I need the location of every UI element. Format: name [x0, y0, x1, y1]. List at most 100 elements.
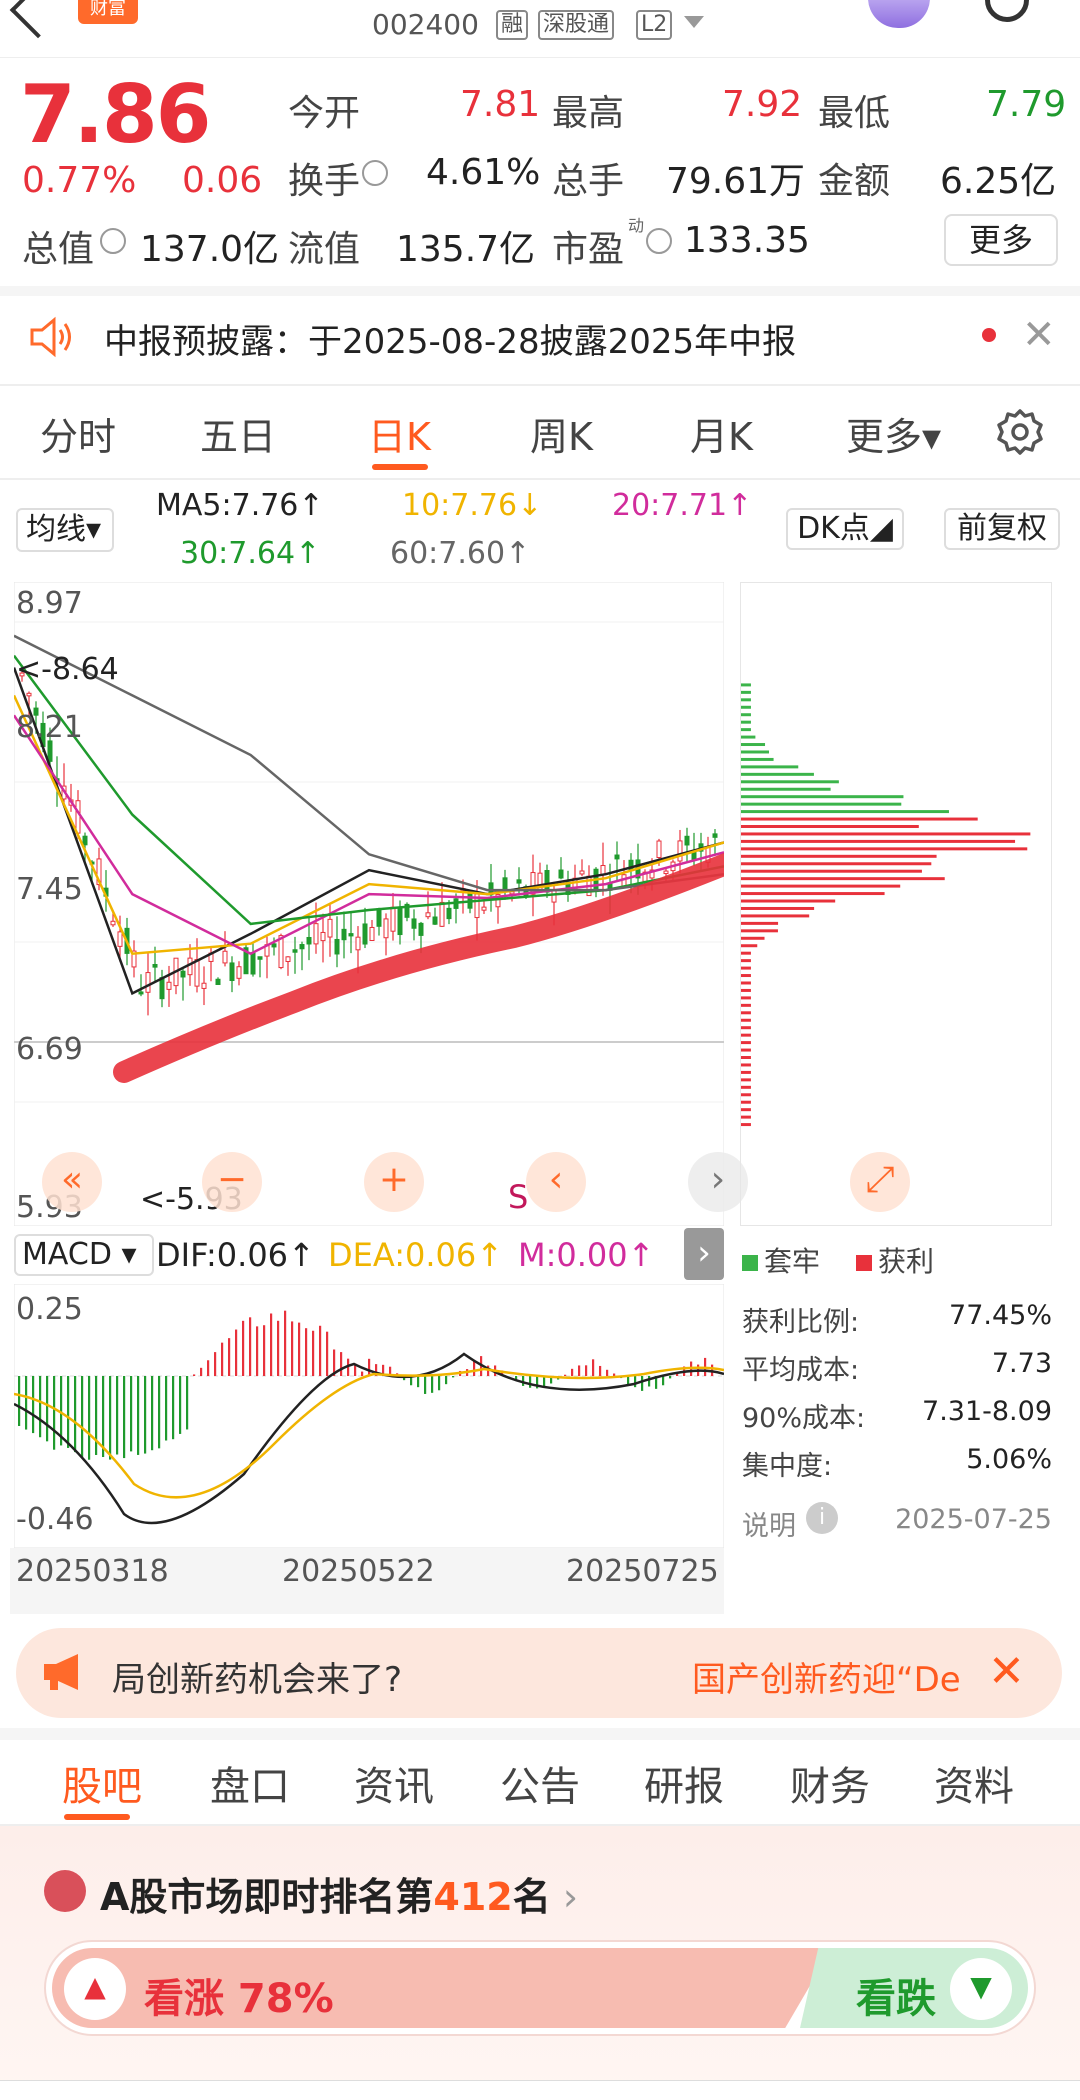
tab-profile[interactable]: 资料: [934, 1754, 1014, 1812]
tab-more[interactable]: 更多▾: [846, 406, 941, 461]
macd-bar: [116, 1376, 119, 1455]
chip-bar: [741, 1085, 751, 1089]
chip-bar: [741, 1078, 751, 1082]
amount-label: 金额: [818, 161, 891, 202]
macd-bar: [151, 1376, 154, 1451]
macd-bar: [284, 1310, 287, 1376]
chip-bar: [741, 1033, 751, 1037]
candle-body: [138, 991, 144, 995]
candle-body: [117, 931, 123, 947]
tab-daily-k[interactable]: 日K: [368, 406, 431, 461]
chip-bar: [741, 921, 779, 925]
info-icon[interactable]: i: [806, 1502, 838, 1534]
chip-bar: [741, 996, 751, 1000]
macd-select[interactable]: MACD ▾: [14, 1234, 154, 1276]
tab-orderbook[interactable]: 盘口: [210, 1754, 290, 1812]
macd-bar: [424, 1376, 427, 1394]
scroll-left-icon[interactable]: ‹: [526, 1152, 586, 1212]
chip-bar: [741, 705, 751, 709]
change-pct: 0.77%: [22, 160, 137, 201]
more-button[interactable]: 更多: [944, 214, 1058, 266]
vote-up-label[interactable]: 看涨 78%: [144, 1966, 334, 2024]
zoom-in-icon[interactable]: +: [364, 1152, 424, 1212]
promo-close-icon[interactable]: ✕: [988, 1646, 1025, 1697]
candle-body: [299, 944, 305, 950]
info-icon[interactable]: [100, 228, 126, 254]
high-value: 7.92: [722, 84, 803, 125]
macd-bar: [144, 1376, 147, 1454]
chip-bar: [741, 1056, 751, 1059]
candle-body: [390, 906, 396, 932]
macd-bar: [67, 1376, 70, 1448]
tab-announcements[interactable]: 公告: [500, 1754, 580, 1812]
macd-expand-icon[interactable]: ›: [684, 1228, 724, 1280]
tab-monthly-k[interactable]: 月K: [690, 406, 753, 461]
candle-body: [215, 978, 221, 985]
rank-text[interactable]: A股市场即时排名第412名 ›: [100, 1866, 578, 1921]
candle-body: [145, 972, 151, 993]
macd-bar: [599, 1365, 602, 1376]
tag-l2: L2: [636, 10, 673, 40]
chip-bar: [741, 720, 751, 724]
scroll-left-fast-icon[interactable]: «: [42, 1152, 102, 1212]
x-label-end: 20250725: [566, 1554, 719, 1589]
chip-bar: [741, 1070, 751, 1074]
tab-finance[interactable]: 财务: [790, 1754, 870, 1812]
macd-bar: [326, 1331, 329, 1376]
candle-body: [411, 918, 417, 929]
avg-cost-label: 平均成本:: [742, 1355, 860, 1386]
macd-bar: [32, 1376, 35, 1434]
float-value: 135.7亿: [396, 229, 536, 270]
candle-body: [551, 889, 557, 903]
candle-body: [334, 938, 340, 955]
macd-bar: [228, 1338, 231, 1376]
tab-research[interactable]: 研报: [644, 1754, 724, 1812]
zoom-out-icon[interactable]: −: [202, 1152, 262, 1212]
profit-ratio-label: 获利比例:: [742, 1307, 860, 1338]
vote-down-label[interactable]: 看跌: [856, 1966, 936, 2024]
legend-trap: 套牢: [742, 1240, 820, 1280]
candle-body: [229, 962, 235, 981]
tab-forum[interactable]: 股吧: [62, 1754, 142, 1812]
x-label-mid: 20250522: [282, 1554, 435, 1589]
promo-text-left[interactable]: 局创新药机会来了?: [112, 1652, 402, 1701]
chevron-right-icon: ›: [550, 1875, 579, 1919]
chip-bar: [741, 787, 831, 791]
chip-bar: [741, 1011, 751, 1015]
promo-text-right[interactable]: 国产创新药迎“De: [692, 1652, 961, 1701]
notice-text[interactable]: 中报预披露：于2025-08-28披露2025年中报: [104, 314, 796, 363]
megaphone-icon: [44, 1654, 78, 1690]
info-icon[interactable]: [362, 160, 388, 186]
ma-select[interactable]: 均线▾: [16, 508, 114, 552]
adjust-button[interactable]: 前复权: [944, 508, 1060, 550]
kline-chart[interactable]: [14, 582, 724, 1226]
vote-down-icon[interactable]: ▼: [950, 1958, 1012, 2020]
macd-bar: [53, 1376, 56, 1450]
low-label: 最低: [818, 93, 891, 134]
tab-news[interactable]: 资讯: [354, 1754, 434, 1812]
chip-bar: [741, 862, 932, 866]
candle-body: [481, 906, 487, 911]
gear-icon[interactable]: [996, 408, 1044, 456]
change-value: 0.06: [182, 160, 263, 201]
chip-bar: [741, 1093, 751, 1097]
dk-point-button[interactable]: DK点◢: [786, 508, 904, 550]
code-dropdown-icon[interactable]: [684, 16, 704, 28]
tab-intraday[interactable]: 分时: [40, 406, 116, 461]
desc-label[interactable]: 说明: [742, 1504, 796, 1543]
candle-body: [236, 966, 242, 979]
notice-close-icon[interactable]: ✕: [1022, 312, 1056, 358]
candle-body: [327, 918, 333, 938]
vote-up-icon[interactable]: ▲: [64, 1958, 126, 2020]
info-icon[interactable]: [646, 228, 672, 254]
scroll-right-icon[interactable]: ›: [688, 1152, 748, 1212]
macd-bar: [186, 1376, 189, 1430]
tab-weekly-k[interactable]: 周K: [530, 406, 593, 461]
chip-bar: [741, 832, 1031, 836]
macd-bar: [627, 1376, 630, 1385]
chip-date: 2025-07-25: [895, 1504, 1052, 1535]
macd-bar: [571, 1368, 574, 1376]
tab-five-day[interactable]: 五日: [200, 406, 276, 461]
y-label-3: 7.45: [16, 872, 83, 907]
macd-bar: [648, 1376, 651, 1387]
